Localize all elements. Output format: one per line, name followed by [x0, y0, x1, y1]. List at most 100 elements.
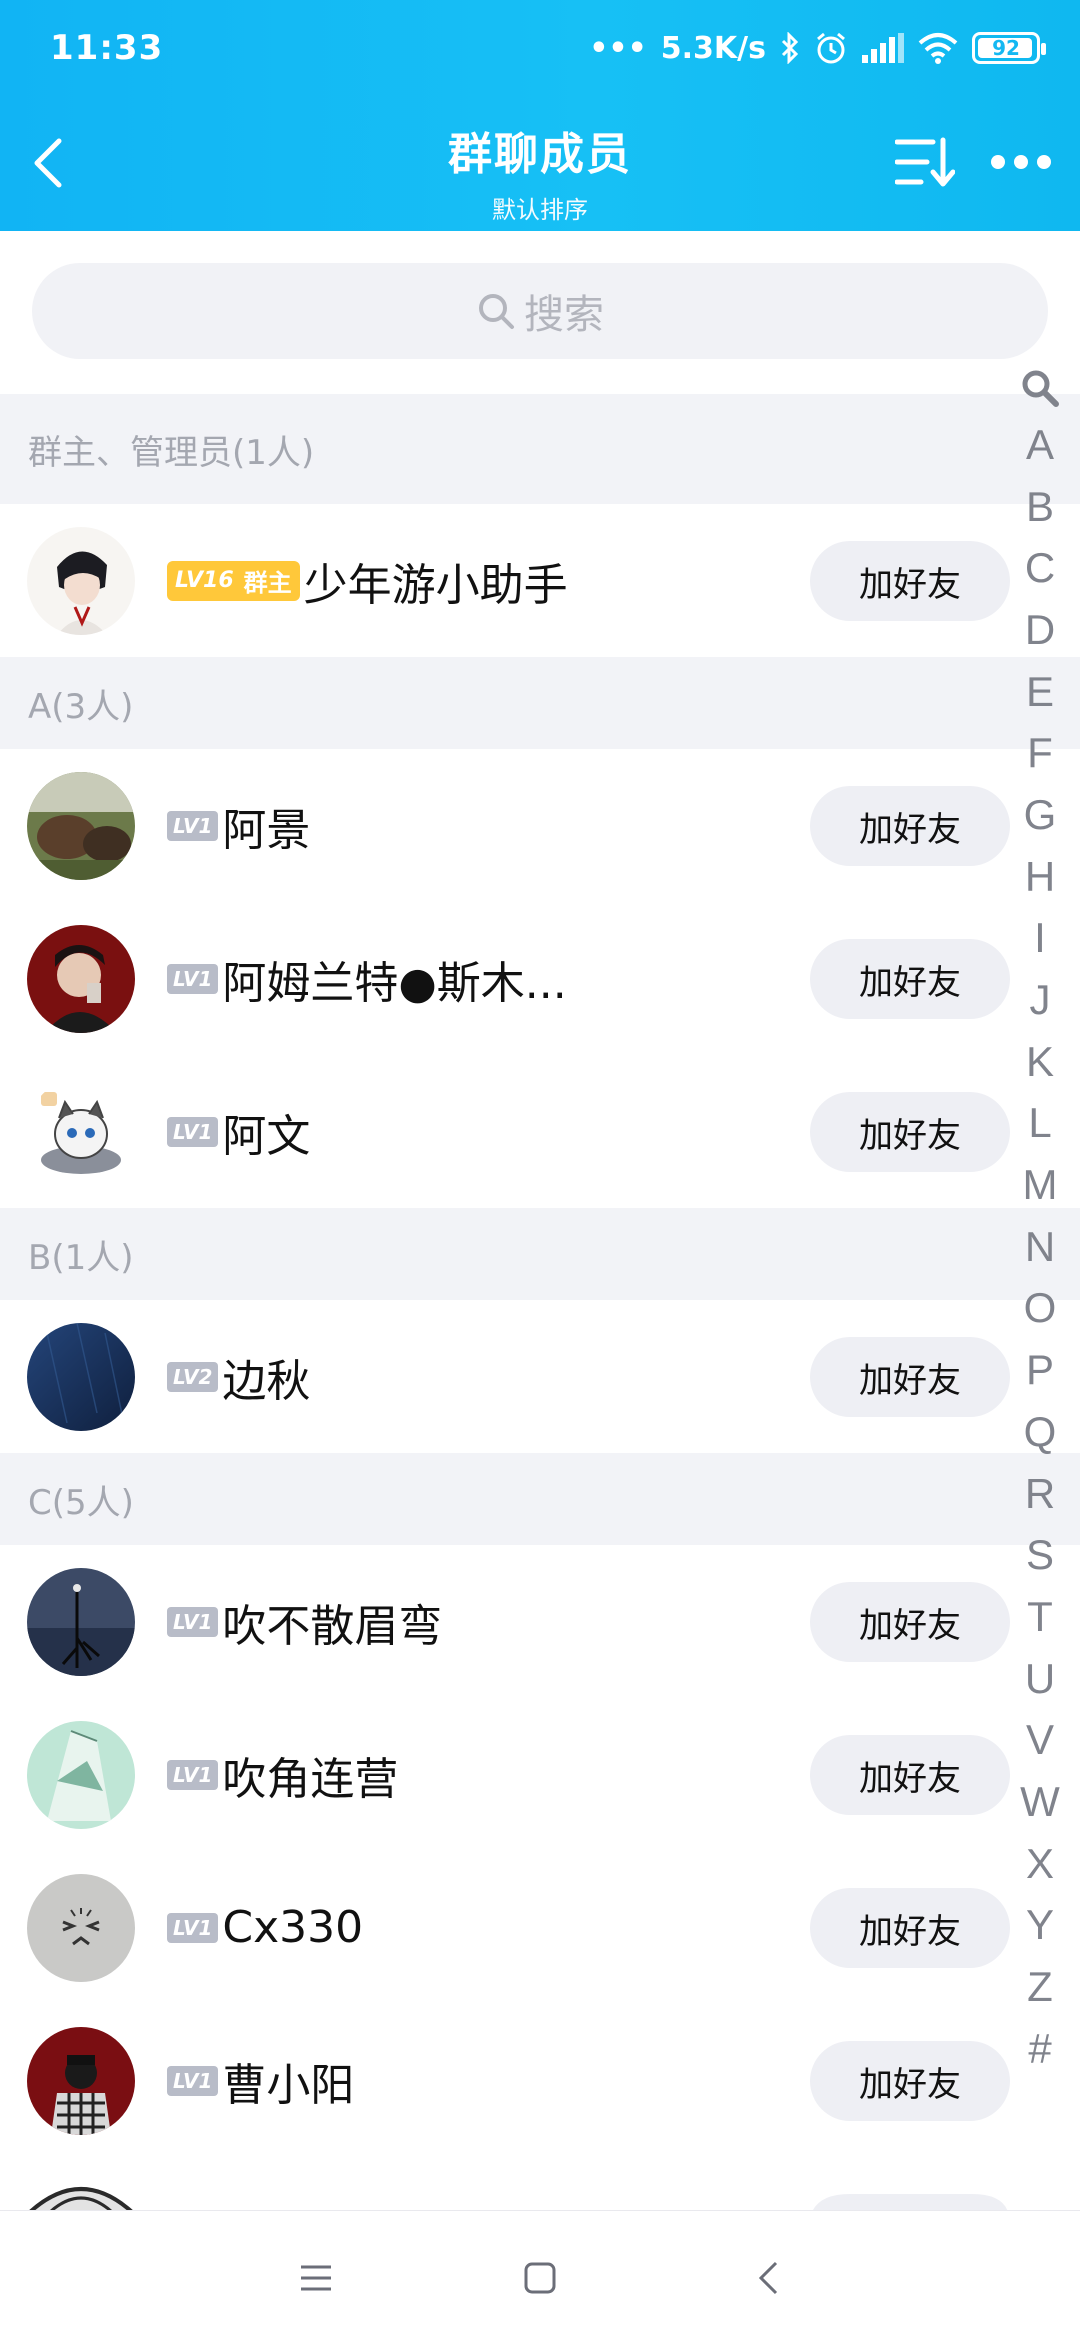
member-list: 群主、管理员(1人) LV16 群主 少年游小助手 加好友 A(3人) LV1 … — [0, 394, 1080, 2157]
index-search-icon[interactable] — [1010, 362, 1070, 414]
add-friend-button[interactable]: 加好友 — [810, 1337, 1010, 1417]
index-letter[interactable]: T — [1010, 1586, 1070, 1648]
status-bar: 11:33 ••• 5.3K/s 92 — [0, 0, 1080, 96]
index-letter[interactable]: S — [1010, 1524, 1070, 1586]
level-label: LV16 — [175, 568, 234, 593]
member-name: 阿姆兰特●斯木... — [222, 957, 567, 1009]
index-letter[interactable]: G — [1010, 784, 1070, 846]
index-letter[interactable]: N — [1010, 1216, 1070, 1278]
more-dot-icon — [1037, 155, 1051, 169]
avatar[interactable] — [27, 1323, 135, 1431]
list-item[interactable]: LV2 边秋 加好友 — [0, 1300, 1080, 1453]
level-badge: LV1 — [167, 810, 219, 841]
member-name-block: LV2 边秋 — [167, 1300, 310, 1453]
back-button[interactable] — [18, 128, 78, 198]
member-name: 吹角连营 — [222, 1753, 399, 1805]
sort-icon — [895, 137, 955, 187]
avatar[interactable] — [27, 1568, 135, 1676]
home-button[interactable] — [510, 2251, 570, 2305]
add-friend-button[interactable]: 加好友 — [810, 541, 1010, 621]
wifi-icon — [918, 33, 958, 64]
status-time: 11:33 — [50, 28, 164, 68]
index-letter[interactable]: C — [1010, 537, 1070, 599]
member-name: 曹小阳 — [222, 2059, 355, 2111]
list-item[interactable]: LV1 阿景 加好友 — [0, 749, 1080, 902]
battery-level: 92 — [992, 36, 1020, 60]
index-letter[interactable]: X — [1010, 1833, 1070, 1895]
index-letter[interactable]: F — [1010, 722, 1070, 784]
search-icon — [479, 294, 514, 329]
add-friend-button[interactable]: 加好友 — [810, 939, 1010, 1019]
avatar[interactable] — [27, 1874, 135, 1982]
member-name: 吹不散眉弯 — [222, 1600, 443, 1652]
list-item[interactable]: LV1 吹角连营 加好友 — [0, 1698, 1080, 1851]
member-name: Cx330 — [222, 1902, 364, 1953]
add-friend-button[interactable]: 加好友 — [810, 1888, 1010, 1968]
alarm-icon — [817, 32, 845, 64]
sort-button[interactable] — [890, 132, 960, 192]
avatar[interactable] — [27, 772, 135, 880]
add-friend-button[interactable]: 加好友 — [810, 1735, 1010, 1815]
menu-icon — [301, 2265, 331, 2291]
more-options-button[interactable] — [986, 140, 1056, 184]
add-friend-button[interactable]: 加好友 — [810, 2041, 1010, 2121]
system-back-button[interactable] — [738, 2251, 798, 2305]
avatar[interactable] — [27, 925, 135, 1033]
index-letter[interactable]: Z — [1010, 1956, 1070, 2018]
bluetooth-icon — [781, 32, 799, 64]
level-badge: LV2 — [167, 1361, 219, 1392]
level-badge: LV1 — [167, 963, 219, 994]
list-item-partial[interactable] — [0, 2180, 1080, 2210]
member-name-block: LV1 吹角连营 — [167, 1698, 398, 1851]
avatar[interactable] — [27, 527, 135, 635]
page-title: 群聊成员 — [448, 129, 632, 180]
member-name-block: LV1 吹不散眉弯 — [167, 1545, 442, 1698]
avatar[interactable] — [27, 1721, 135, 1829]
level-badge: LV1 — [167, 1912, 219, 1943]
header-title-block: 群聊成员 默认排序 — [290, 118, 790, 225]
member-name-block: LV1 Cx330 — [167, 1851, 363, 2004]
index-letter[interactable]: V — [1010, 1709, 1070, 1771]
add-friend-button[interactable]: 加好友 — [810, 1582, 1010, 1662]
index-letter[interactable]: Y — [1010, 1895, 1070, 1957]
avatar[interactable] — [27, 2027, 135, 2135]
index-letter[interactable]: K — [1010, 1031, 1070, 1093]
list-item[interactable]: LV1 阿文 加好友 — [0, 1055, 1080, 1208]
search-icon — [1022, 370, 1059, 407]
index-letter[interactable]: E — [1010, 661, 1070, 723]
add-friend-button[interactable]: 加好友 — [810, 1092, 1010, 1172]
chevron-left-icon — [34, 138, 62, 188]
alphabet-index[interactable]: A B C D E F G H I J K L M N O P Q R S T U V W X Y Z # — [1010, 362, 1070, 2080]
list-item[interactable]: LV1 阿姆兰特●斯木... 加好友 — [0, 902, 1080, 1055]
member-name: 边秋 — [222, 1355, 311, 1407]
list-item[interactable]: LV1 Cx330 加好友 — [0, 1851, 1080, 2004]
search-input[interactable]: 搜索 — [32, 263, 1048, 359]
index-letter[interactable]: U — [1010, 1648, 1070, 1710]
index-letter[interactable]: A — [1010, 414, 1070, 476]
index-letter[interactable]: D — [1010, 599, 1070, 661]
index-letter[interactable]: P — [1010, 1339, 1070, 1401]
index-letter[interactable]: M — [1010, 1154, 1070, 1216]
index-letter[interactable]: J — [1010, 969, 1070, 1031]
index-letter[interactable]: O — [1010, 1278, 1070, 1340]
index-letter[interactable]: B — [1010, 476, 1070, 538]
index-letter[interactable]: I — [1010, 908, 1070, 970]
index-letter[interactable]: R — [1010, 1463, 1070, 1525]
page-subtitle: 默认排序 — [492, 196, 588, 224]
list-item[interactable]: LV1 曹小阳 加好友 — [0, 2004, 1080, 2157]
home-square-icon — [524, 2262, 556, 2294]
index-letter[interactable]: L — [1010, 1093, 1070, 1155]
list-item[interactable]: LV16 群主 少年游小助手 加好友 — [0, 504, 1080, 657]
add-friend-button[interactable]: 加好友 — [810, 786, 1010, 866]
more-dot-icon — [991, 155, 1005, 169]
index-letter[interactable]: # — [1010, 2018, 1070, 2080]
recent-apps-button[interactable] — [286, 2251, 346, 2305]
index-letter[interactable]: W — [1010, 1771, 1070, 1833]
level-badge: LV1 — [167, 2065, 219, 2096]
index-letter[interactable]: H — [1010, 846, 1070, 908]
list-item[interactable]: LV1 吹不散眉弯 加好友 — [0, 1545, 1080, 1698]
status-icons: ••• 5.3K/s 92 — [589, 26, 1046, 70]
avatar[interactable] — [27, 1078, 135, 1186]
index-letter[interactable]: Q — [1010, 1401, 1070, 1463]
member-name: 阿文 — [222, 1110, 311, 1162]
